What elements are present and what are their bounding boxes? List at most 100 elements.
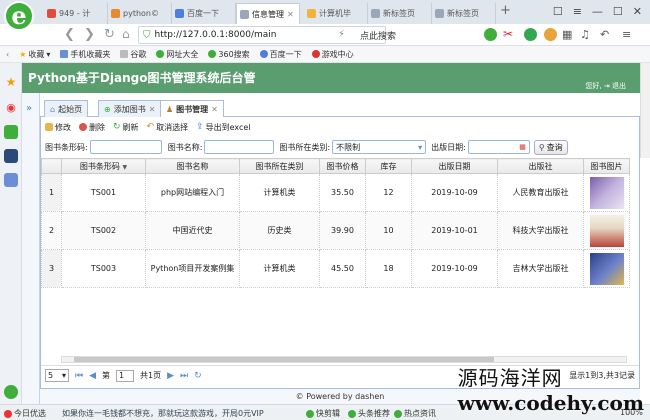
- column-header-category[interactable]: 图书所在类别: [239, 158, 320, 174]
- column-header-publisher[interactable]: 出版社: [497, 158, 584, 174]
- tab-label: 949 - 计: [59, 9, 91, 18]
- refresh-label: 刷新: [122, 122, 139, 132]
- menu-icon[interactable]: ≡: [573, 5, 582, 18]
- expand-icon[interactable]: »: [26, 103, 32, 114]
- column-header-image[interactable]: 图书图片: [583, 158, 630, 174]
- status-headline[interactable]: 头条推荐: [348, 408, 390, 419]
- last-page-icon[interactable]: ⏭: [180, 371, 188, 381]
- browser-tab[interactable]: 计算机毕: [304, 3, 368, 24]
- status-quick-cut[interactable]: 快剪辑: [306, 408, 340, 419]
- browser-search-box[interactable]: 点此搜索: [356, 26, 474, 44]
- refresh-icon[interactable]: ↻: [104, 27, 115, 42]
- column-header-price[interactable]: 图书价格: [319, 158, 366, 174]
- tab-label: 添加图书: [113, 104, 146, 114]
- new-tab-button[interactable]: +: [500, 3, 511, 18]
- tab-favicon: [47, 9, 56, 18]
- grid-icon[interactable]: ▦: [562, 28, 572, 41]
- browser-tab[interactable]: 百度一下: [172, 3, 236, 24]
- refresh-button[interactable]: ↻ 刷新: [113, 122, 139, 133]
- tab-book-manage[interactable]: ♟ 图书管理 ✕: [160, 100, 224, 118]
- first-page-icon[interactable]: ⏮: [75, 371, 83, 381]
- query-button[interactable]: ⚲ 查询: [533, 139, 568, 155]
- close-icon[interactable]: ✕: [211, 105, 218, 114]
- tab-add-book[interactable]: ⊕ 添加图书 ✕: [98, 100, 162, 117]
- logout-link[interactable]: 退出: [612, 82, 626, 90]
- column-header-barcode[interactable]: 图书条形码 ▼: [61, 158, 146, 174]
- tab-favicon: [435, 9, 444, 18]
- table-row[interactable]: 2 TS002 中国近代史 历史类 39.90 10 2019-10-01 科技…: [41, 211, 630, 250]
- bookmark-prev-icon[interactable]: ‹: [6, 50, 9, 59]
- table-row[interactable]: 1 TS001 php网站编程入门 计算机类 35.50 12 2019-10-…: [41, 173, 630, 212]
- skin-icon[interactable]: ☐: [553, 5, 563, 18]
- scrollbar-thumb[interactable]: [74, 357, 494, 362]
- close-window-icon[interactable]: ✕: [633, 5, 642, 18]
- browser-tab[interactable]: 新标签页: [432, 3, 496, 24]
- bookmark-item[interactable]: 网址大全: [156, 49, 198, 60]
- bookmark-item[interactable]: 谷歌: [120, 49, 146, 60]
- calendar-icon[interactable]: ▦: [519, 143, 526, 151]
- extension-icon[interactable]: [524, 28, 537, 41]
- status-hot-news[interactable]: 热点资讯: [394, 408, 436, 419]
- browser-tab[interactable]: 949 - 计: [44, 3, 108, 24]
- address-bar[interactable]: ⛉ http://127.0.0.1:8000/main: [138, 26, 386, 44]
- extension-icon[interactable]: [544, 28, 557, 41]
- deselect-button[interactable]: ↶ 取消选择: [147, 122, 189, 133]
- note-icon[interactable]: [4, 173, 18, 187]
- more-icon[interactable]: ≡: [622, 28, 631, 41]
- status-news-text: 如果你连一毛钱都不想充，那就玩这款游戏，开局0元VIP: [62, 409, 264, 418]
- forward-icon[interactable]: ❯: [84, 27, 95, 42]
- extension-icon[interactable]: [484, 28, 497, 41]
- reload-icon[interactable]: ↻: [194, 371, 202, 381]
- browser-tab[interactable]: 新标签页: [368, 3, 432, 24]
- minimize-icon[interactable]: —: [592, 5, 603, 18]
- close-icon[interactable]: ✕: [287, 10, 294, 19]
- category-select[interactable]: 不限制 ▾: [332, 140, 427, 154]
- name-input[interactable]: [204, 140, 275, 154]
- maximize-icon[interactable]: ☐: [613, 5, 623, 18]
- bookmark-favorites[interactable]: ★ 收藏 ▾: [19, 49, 50, 60]
- prev-page-icon[interactable]: ◀: [89, 371, 96, 381]
- browser-tab[interactable]: python©: [108, 3, 172, 24]
- barcode-input[interactable]: [89, 140, 162, 154]
- browser-logo-icon[interactable]: e: [4, 1, 34, 31]
- home-icon[interactable]: ⌂: [122, 27, 130, 41]
- next-page-icon[interactable]: ▶: [167, 371, 174, 381]
- bookmark-item[interactable]: 游戏中心: [311, 49, 354, 60]
- column-header-date[interactable]: 出版日期: [411, 158, 498, 174]
- column-header-name[interactable]: 图书名称: [145, 158, 240, 174]
- bookmark-item[interactable]: 百度一下: [259, 49, 302, 60]
- bookmark-item[interactable]: 360搜索: [208, 49, 250, 60]
- news-icon[interactable]: [4, 149, 18, 163]
- edit-button[interactable]: 修改: [45, 122, 71, 133]
- close-icon[interactable]: ✕: [149, 105, 156, 114]
- star-icon[interactable]: ★: [4, 75, 18, 89]
- page-number-input[interactable]: 1: [116, 369, 135, 382]
- status-news[interactable]: 如果你连一毛钱都不想充，那就玩这款游戏，开局0元VIP: [62, 408, 264, 419]
- bookmark-item[interactable]: 手机收藏夹: [60, 49, 110, 60]
- page-size-select[interactable]: 5 ▾: [45, 369, 69, 382]
- browser-tab-active[interactable]: 信息管理 ✕: [236, 3, 300, 24]
- cell-price: 45.50: [319, 249, 366, 288]
- mail-icon[interactable]: [4, 125, 18, 139]
- table-row[interactable]: 3 TS003 Python项目开发案例集 计算机类 45.50 18 2019…: [41, 249, 630, 288]
- delete-button[interactable]: 删除: [79, 122, 105, 133]
- undo-icon: ↶: [146, 122, 155, 132]
- export-button[interactable]: ⇪ 导出到excel: [196, 122, 250, 133]
- weibo-icon[interactable]: ◉: [4, 101, 18, 115]
- status-today-picks[interactable]: 今日优选: [4, 408, 46, 419]
- scissors-icon[interactable]: ✂: [503, 27, 513, 41]
- url-text[interactable]: http://127.0.0.1:8000/main: [155, 30, 277, 40]
- add-icon[interactable]: [4, 385, 18, 399]
- back-icon[interactable]: ❮: [64, 27, 75, 42]
- search-placeholder: 点此搜索: [360, 31, 397, 42]
- undo-icon[interactable]: ↶: [600, 28, 609, 41]
- cell-stock: 12: [365, 173, 412, 212]
- lightning-icon[interactable]: ⚡: [338, 29, 345, 40]
- date-input[interactable]: ▦: [467, 140, 530, 154]
- tab-home[interactable]: ⌂ 起始页: [44, 100, 89, 117]
- bookmark-label: 网址大全: [166, 49, 199, 59]
- headphones-icon[interactable]: ♫: [580, 28, 590, 41]
- vertical-scrollbar[interactable]: [640, 63, 650, 158]
- hot-icon: [394, 409, 402, 418]
- column-header-stock[interactable]: 库存: [365, 158, 412, 174]
